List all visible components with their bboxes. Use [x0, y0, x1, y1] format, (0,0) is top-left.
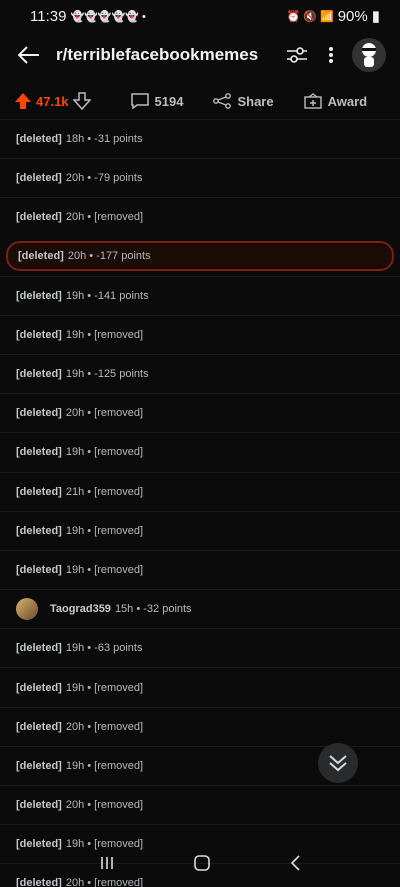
- vote-group: 47.1k: [14, 92, 91, 110]
- award-icon: [303, 93, 322, 109]
- battery-level: 90%: [337, 7, 368, 25]
- home-icon[interactable]: [193, 854, 211, 872]
- system-nav-bar: [0, 848, 400, 878]
- comment-author: [deleted]: [16, 642, 62, 655]
- comment-author: [deleted]: [16, 211, 62, 224]
- back-nav-icon[interactable]: [289, 855, 301, 871]
- snapchat-icon: 👻👻👻👻👻 •: [70, 10, 146, 23]
- downvote-icon[interactable]: [72, 92, 91, 110]
- comment-meta: 15h • -32 points: [114, 603, 192, 616]
- comment-meta: 19h • [removed]: [65, 563, 144, 576]
- comment-meta: 20h • [removed]: [65, 211, 144, 224]
- comment-row[interactable]: [deleted] 19h • -141 points: [0, 275, 400, 315]
- user-avatar[interactable]: [352, 38, 386, 72]
- comment-meta: 20h • [removed]: [65, 799, 144, 812]
- comment-author: [deleted]: [16, 133, 62, 146]
- subreddit-title[interactable]: r/terriblefacebookmemes: [56, 45, 280, 65]
- comment-author[interactable]: Taograd359: [50, 603, 111, 615]
- comment-author: [deleted]: [16, 289, 62, 302]
- comment-row[interactable]: [deleted] 20h • [removed]: [0, 785, 400, 824]
- comment-row-highlighted[interactable]: [deleted] 20h • -177 points: [6, 240, 394, 271]
- comment-row[interactable]: [deleted] 19h • [removed]: [0, 549, 400, 589]
- comment-meta: 20h • [removed]: [65, 407, 144, 420]
- comment-row[interactable]: [deleted] 19h • -125 points: [0, 353, 400, 393]
- commenter-avatar[interactable]: [16, 598, 38, 621]
- comment-row[interactable]: [deleted] 19h • [removed]: [0, 432, 400, 471]
- award-button[interactable]: Award: [303, 93, 368, 109]
- recent-apps-icon[interactable]: [99, 856, 115, 870]
- share-icon: [213, 93, 232, 109]
- clock: 11:39: [30, 7, 67, 25]
- upvote-icon[interactable]: [14, 92, 32, 110]
- comment-author: [deleted]: [16, 877, 62, 887]
- comment-author: [deleted]: [16, 759, 62, 772]
- comment-meta: 19h • -141 points: [65, 289, 149, 302]
- comment-author: [deleted]: [16, 799, 62, 812]
- comment-row[interactable]: [deleted] 20h • [removed]: [0, 393, 400, 432]
- comment-meta: 18h • -31 points: [65, 133, 143, 146]
- comment-author: [deleted]: [16, 720, 62, 733]
- comment-row[interactable]: [deleted] 18h • -31 points: [0, 119, 400, 158]
- comment-author: [deleted]: [16, 681, 62, 694]
- battery-icon: ▮: [371, 8, 380, 25]
- comment-row[interactable]: [deleted] 19h • [removed]: [0, 314, 400, 354]
- comment-author: [deleted]: [16, 328, 62, 341]
- top-bar: r/terriblefacebookmemes: [0, 32, 400, 78]
- comment-row[interactable]: [deleted] 20h • -79 points: [0, 158, 400, 197]
- comment-meta: 19h • [removed]: [65, 759, 144, 772]
- vote-count: 47.1k: [36, 93, 69, 109]
- comment-meta: 19h • -125 points: [65, 368, 149, 381]
- comments-button[interactable]: 5194: [130, 93, 184, 109]
- comment-row[interactable]: Taograd359 15h • -32 points: [0, 589, 400, 628]
- more-options-icon[interactable]: [314, 38, 348, 72]
- share-button[interactable]: Share: [213, 93, 274, 109]
- comment-row[interactable]: [deleted] 19h • [removed]: [0, 510, 400, 550]
- comment-meta: 21h • [removed]: [65, 485, 144, 498]
- sort-filter-icon[interactable]: [280, 38, 314, 72]
- post-action-bar: 47.1k 5194 Share Award: [0, 84, 400, 118]
- comment-row[interactable]: [deleted] 21h • [removed]: [0, 471, 400, 511]
- comment-author: [deleted]: [18, 249, 64, 262]
- comment-count: 5194: [154, 93, 184, 109]
- back-icon[interactable]: [14, 40, 44, 70]
- comment-author: [deleted]: [16, 524, 62, 537]
- award-label: Award: [327, 93, 368, 109]
- comment-meta: 20h • -79 points: [65, 172, 143, 185]
- comment-row[interactable]: [deleted] 20h • [removed]: [0, 706, 400, 746]
- comment-meta: 19h • [removed]: [65, 446, 144, 459]
- comment-author: [deleted]: [16, 407, 62, 420]
- comment-meta: 19h • [removed]: [65, 328, 144, 341]
- comment-meta: 19h • [removed]: [65, 524, 144, 537]
- comment-row[interactable]: [deleted] 19h • [removed]: [0, 667, 400, 706]
- share-label: Share: [237, 93, 274, 109]
- comment-author: [deleted]: [16, 446, 62, 459]
- comment-row[interactable]: [deleted] 20h • [removed]: [0, 197, 400, 236]
- comment-author: [deleted]: [16, 172, 62, 185]
- comment-meta: 20h • [removed]: [65, 720, 144, 733]
- comment-icon: [130, 93, 149, 109]
- comment-meta: 19h • -63 points: [65, 642, 143, 655]
- comment-meta: 20h • [removed]: [65, 877, 144, 887]
- next-comment-button[interactable]: [318, 743, 358, 783]
- status-bar: 11:39 👻👻👻👻👻 • ⏰ 🔇 📶 90% ▮: [0, 0, 400, 32]
- comment-author: [deleted]: [16, 368, 62, 381]
- comment-meta: 19h • [removed]: [65, 681, 144, 694]
- comment-author: [deleted]: [16, 563, 62, 576]
- comment-meta: 20h • -177 points: [67, 249, 151, 262]
- double-chevron-down-icon: [329, 755, 347, 772]
- comment-row[interactable]: [deleted] 19h • -63 points: [0, 628, 400, 667]
- comment-author: [deleted]: [16, 485, 62, 498]
- wifi-signal-icon: ⏰ 🔇 📶: [286, 10, 334, 23]
